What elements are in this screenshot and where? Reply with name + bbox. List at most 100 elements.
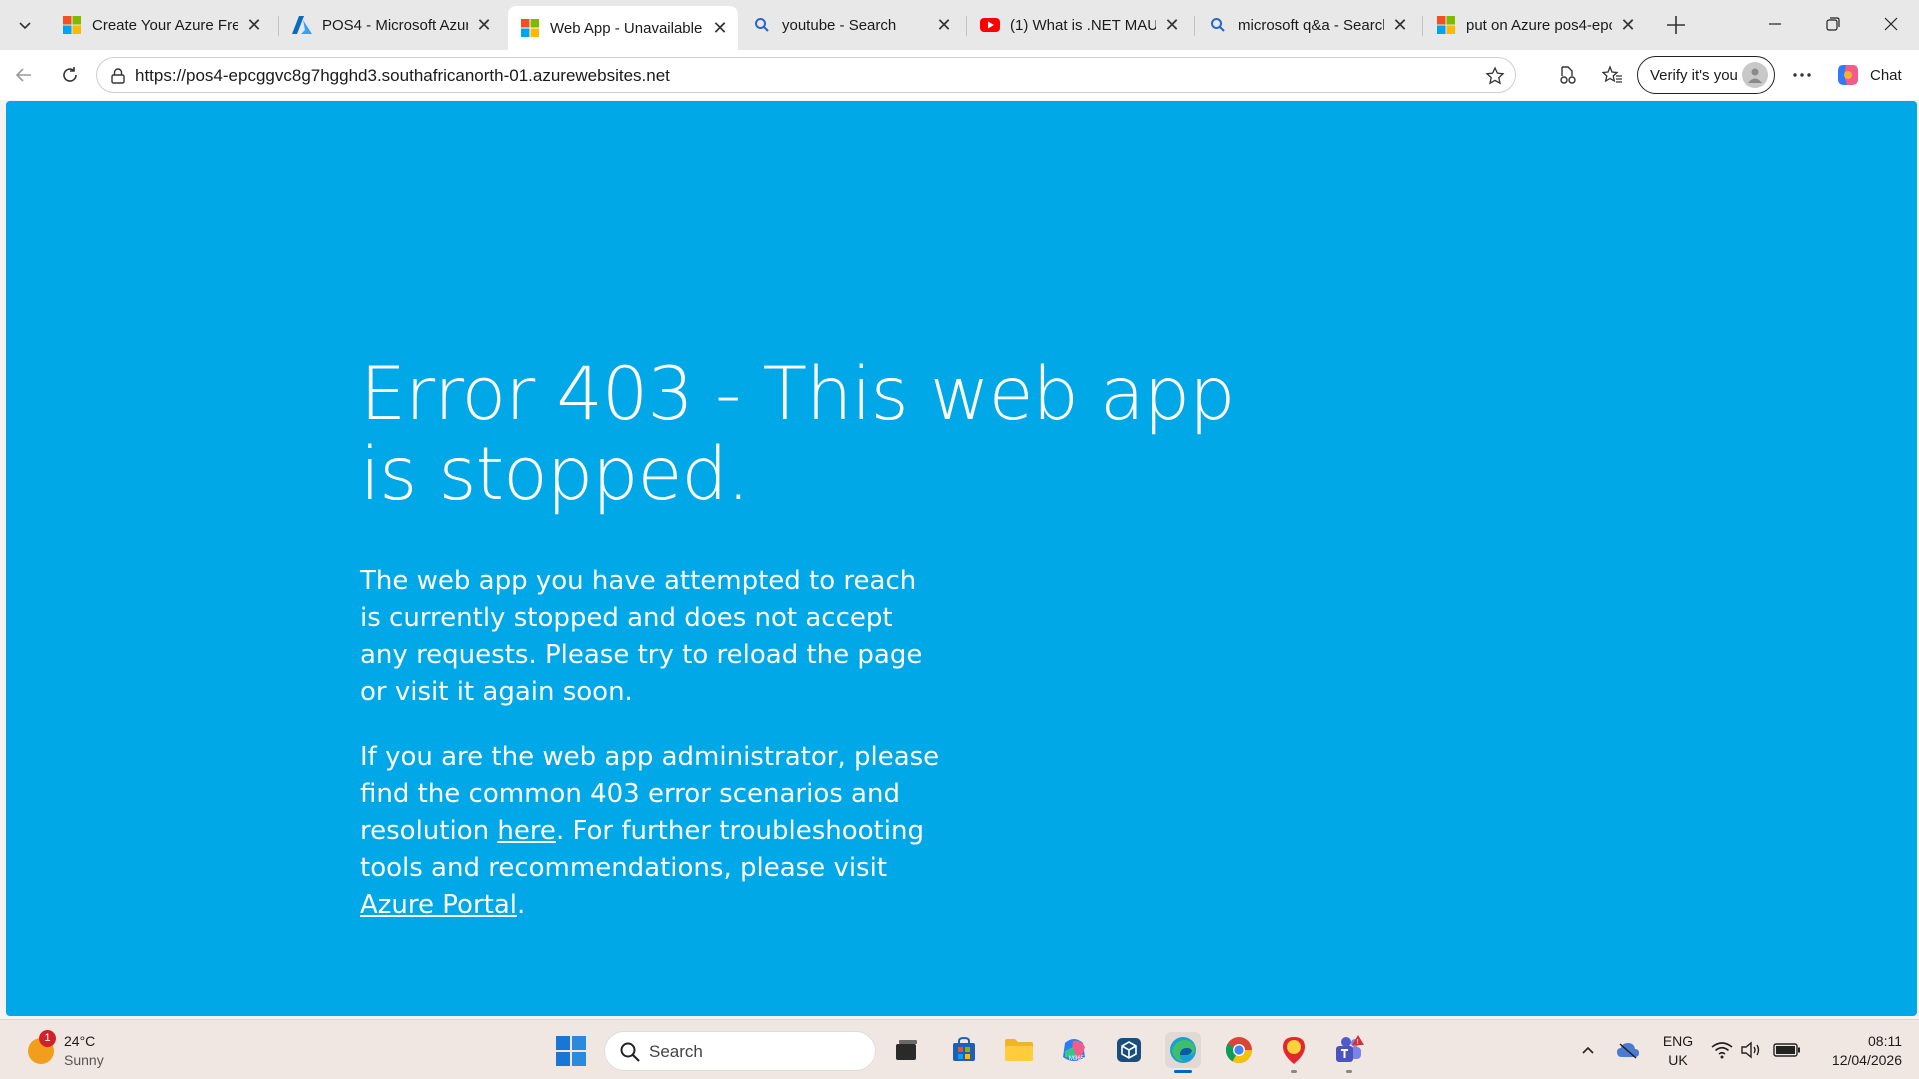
show-hidden-icons-button[interactable] [1576, 1038, 1600, 1062]
microsoft-logo-icon [1436, 15, 1456, 35]
verify-label: Verify it's you [1650, 66, 1738, 84]
address-bar[interactable]: https://pos4-epcggvc8g7hgghd3.southafric… [96, 57, 1516, 93]
error-paragraph-2: If you are the web app administrator, pl… [360, 739, 940, 924]
tab-pos4-azure[interactable]: POS4 - Microsoft Azure ✕ [280, 6, 502, 44]
new-tab-button[interactable] [1660, 9, 1692, 41]
search-label: Search [649, 1042, 703, 1061]
input-language[interactable]: ENG UK [1660, 1032, 1696, 1070]
cube-app-icon [1117, 1038, 1141, 1062]
microsoft-store-app[interactable] [946, 1032, 982, 1068]
search-icon [752, 15, 772, 35]
tab-microsoft-qa-search[interactable]: microsoft q&a - Search ✕ [1196, 6, 1418, 44]
close-window-button[interactable] [1868, 8, 1914, 40]
here-link[interactable]: here [497, 816, 556, 846]
taskbar: 1 24°C Sunny Search M365 ! ENG UK 08:11 … [0, 1019, 1919, 1079]
microsoft-logo-icon [520, 18, 540, 38]
teams-app[interactable]: ! [1331, 1032, 1367, 1073]
tab-put-on-azure[interactable]: put on Azure pos4-epcggvc8g7hgghd3 ✕ [1424, 6, 1646, 44]
battery-icon [1773, 1043, 1800, 1057]
arrow-left-icon [15, 68, 31, 82]
folder-icon [1005, 1039, 1033, 1061]
more-horizontal-icon [1793, 73, 1811, 77]
favorite-star-icon[interactable] [1483, 64, 1507, 88]
temperature: 24°C [64, 1033, 96, 1049]
restore-icon [1826, 17, 1840, 31]
tab-separator [966, 16, 967, 36]
minimize-button[interactable] [1752, 8, 1798, 40]
edge-icon [1170, 1037, 1196, 1063]
close-icon[interactable]: ✕ [710, 18, 730, 38]
tab-title: POS4 - Microsoft Azure [322, 16, 468, 34]
settings-more-button[interactable] [1786, 59, 1818, 91]
close-icon[interactable]: ✕ [1390, 15, 1410, 35]
verify-profile-button[interactable]: Verify it's you [1637, 56, 1775, 94]
speaker-icon [1741, 1041, 1760, 1059]
tab-title: Web App - Unavailable [550, 19, 703, 37]
restore-button[interactable] [1810, 8, 1856, 40]
close-icon[interactable]: ✕ [1162, 15, 1182, 35]
task-view-button[interactable] [888, 1032, 924, 1068]
edge-browser-app[interactable] [1165, 1032, 1201, 1073]
favorites-icon [1601, 65, 1622, 83]
weather-widget[interactable]: 1 24°C Sunny [22, 1030, 142, 1070]
azure-logo-icon [292, 15, 312, 35]
text-segment: . [517, 890, 526, 920]
profile-avatar-icon [1742, 62, 1768, 88]
close-icon[interactable]: ✕ [1618, 15, 1638, 35]
tab-azure-free-account[interactable]: Create Your Azure Free Account ✕ [50, 6, 272, 44]
microsoft-logo-icon [62, 15, 82, 35]
azure-portal-link[interactable]: Azure Portal [360, 890, 517, 920]
tab-separator [1194, 16, 1195, 36]
refresh-icon [63, 67, 77, 82]
chat-label: Chat [1870, 66, 1902, 84]
chrome-app[interactable] [1221, 1032, 1257, 1068]
tab-actions-menu-button[interactable] [8, 9, 42, 41]
battery-tray-icon[interactable] [1772, 1038, 1802, 1062]
chrome-icon [1225, 1037, 1253, 1064]
file-explorer-app[interactable] [1001, 1032, 1037, 1068]
clock-time: 08:11 [1868, 1033, 1902, 1049]
close-icon[interactable]: ✕ [244, 15, 264, 35]
tab-title: Create Your Azure Free Account [92, 16, 238, 34]
taskbar-search[interactable]: Search [604, 1031, 876, 1071]
chevron-down-icon [19, 22, 31, 30]
active-indicator [1174, 1070, 1192, 1073]
copilot-chat-button[interactable]: Chat [1830, 56, 1914, 94]
back-button[interactable] [8, 59, 40, 91]
tab-separator [1422, 16, 1423, 36]
copilot-icon [1838, 65, 1858, 85]
youtube-icon [980, 15, 1000, 35]
tab-title: youtube - Search [782, 16, 897, 34]
search-icon [1208, 15, 1228, 35]
windows-logo-icon [556, 1036, 586, 1066]
error-body: The web app you have attempted to reach … [360, 563, 940, 952]
address-url[interactable]: https://pos4-epcggvc8g7hgghd3.southafric… [135, 66, 670, 86]
volume-tray-icon[interactable] [1739, 1038, 1763, 1062]
tab-title: (1) What is .NET MAUI? [1010, 16, 1156, 34]
favorites-button[interactable] [1596, 59, 1628, 91]
language-code: ENG [1662, 1033, 1694, 1049]
map-pin-icon [1283, 1037, 1305, 1064]
dev-app[interactable] [1111, 1032, 1147, 1068]
close-icon [1884, 17, 1898, 31]
onedrive-tray-icon[interactable] [1616, 1038, 1640, 1062]
task-view-icon [896, 1040, 917, 1060]
read-aloud-button[interactable] [1552, 59, 1584, 91]
network-tray-icon[interactable] [1710, 1038, 1734, 1062]
m365-app[interactable]: M365 [1056, 1032, 1092, 1068]
refresh-button[interactable] [54, 59, 86, 91]
language-region: UK [1668, 1052, 1688, 1068]
taskbar-clock[interactable]: 08:11 12/04/2026 [1812, 1032, 1902, 1070]
site-info-icon[interactable] [107, 65, 129, 87]
svg-text:!: ! [1357, 1039, 1359, 1046]
tab-dotnet-maui[interactable]: (1) What is .NET MAUI? ✕ [968, 6, 1190, 44]
tab-web-app-unavailable[interactable]: Web App - Unavailable ✕ [508, 6, 738, 50]
running-indicator [1291, 1070, 1297, 1073]
close-icon[interactable]: ✕ [934, 15, 954, 35]
tab-youtube-search[interactable]: youtube - Search ✕ [740, 6, 962, 44]
tab-title: put on Azure pos4-epcggvc8g7hgghd3 [1466, 16, 1612, 34]
location-app[interactable] [1276, 1032, 1312, 1073]
running-indicator [1346, 1070, 1352, 1073]
close-icon[interactable]: ✕ [474, 15, 494, 35]
start-button[interactable] [555, 1035, 587, 1067]
